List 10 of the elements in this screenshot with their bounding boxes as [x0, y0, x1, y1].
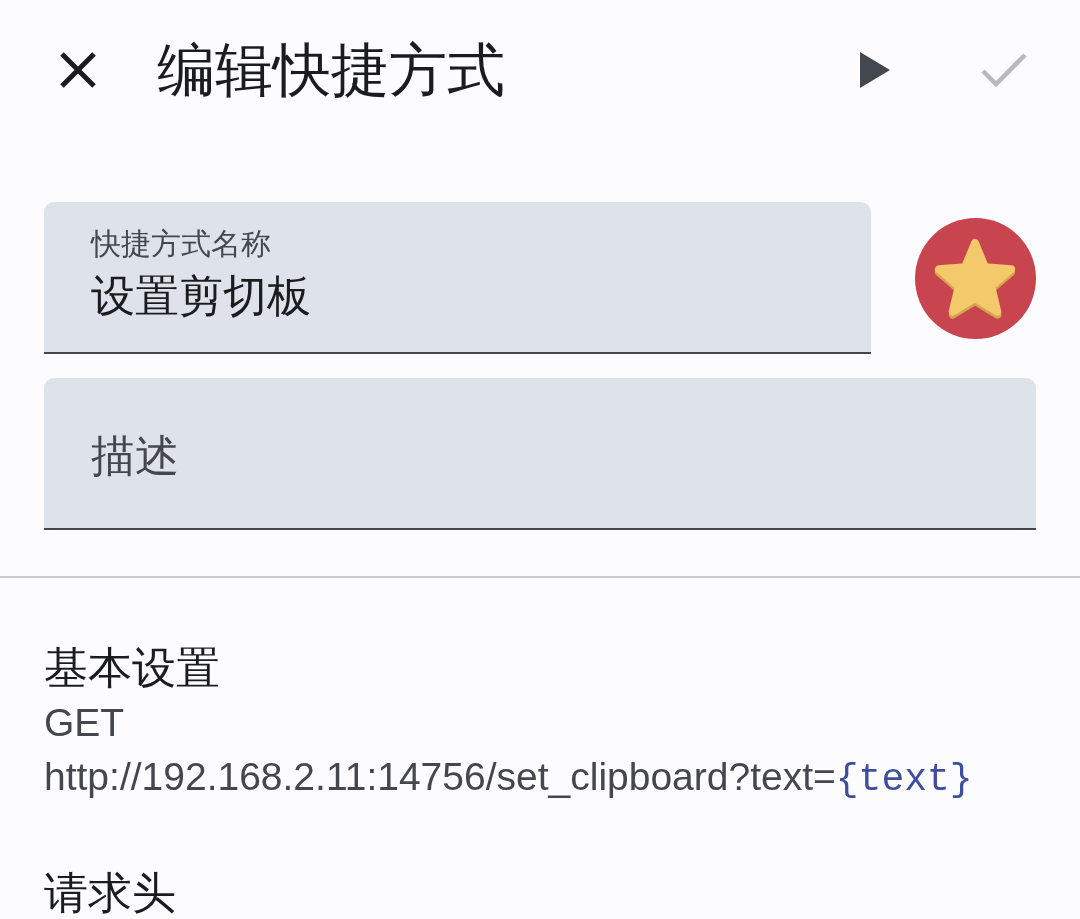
- request-method: GET: [44, 700, 125, 746]
- description-field[interactable]: 描述: [44, 378, 1036, 530]
- name-field[interactable]: 快捷方式名称 设置剪切板: [44, 202, 871, 354]
- section-heading[interactable]: 基本设置: [44, 640, 220, 696]
- request-url: http://192.168.2.11:14756/set_clipboard?text={text}: [44, 754, 973, 803]
- screen-title: 编辑快捷方式: [157, 36, 505, 104]
- section-heading[interactable]: 请求头: [44, 865, 176, 919]
- name-input[interactable]: 设置剪切板: [91, 268, 831, 324]
- close-icon: [58, 50, 98, 90]
- field-label: 快捷方式名称: [91, 226, 271, 262]
